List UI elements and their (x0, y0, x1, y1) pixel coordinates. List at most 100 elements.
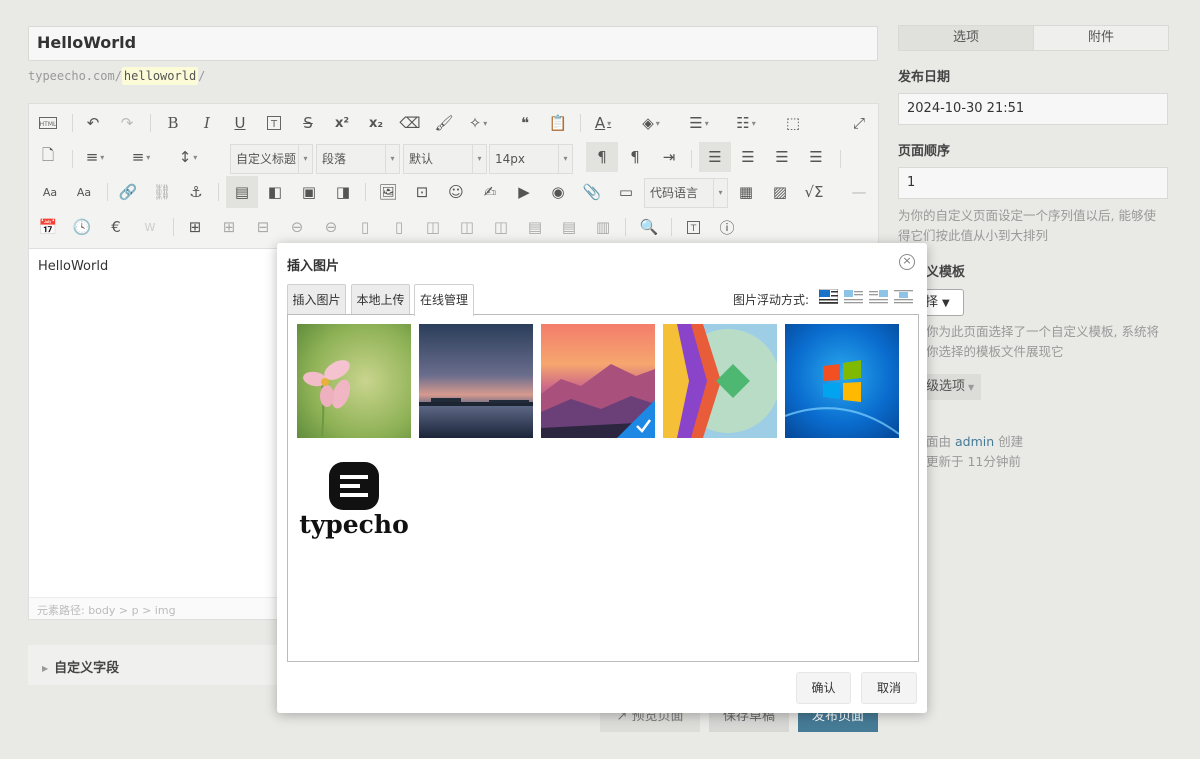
word-image-icon[interactable]: W (137, 214, 163, 240)
tab-local-upload[interactable]: 本地上传 (351, 284, 410, 315)
map-icon[interactable]: ▭ (613, 179, 639, 205)
ordered-list-icon[interactable]: ☰ ▾ (686, 110, 712, 136)
fullscreen-icon[interactable]: ⤢ (846, 110, 872, 136)
subscript-icon[interactable]: x₂ (363, 110, 389, 136)
gallery-image-mountains[interactable] (541, 324, 655, 438)
ltr-icon[interactable]: ¶ (586, 142, 618, 172)
redo-icon[interactable]: ↷ (114, 110, 140, 136)
insert-row-icon[interactable]: ⊖ (284, 214, 310, 240)
underline-icon[interactable]: U (227, 110, 253, 136)
html-source-icon[interactable]: HTML (35, 110, 61, 136)
template-icon[interactable]: ▦ (733, 179, 759, 205)
line-height-icon[interactable]: ↕ ▾ (175, 144, 201, 170)
insert-col-icon[interactable]: ▯ (352, 214, 378, 240)
strikethrough-icon[interactable]: S (295, 110, 321, 136)
align-right-icon[interactable]: ☰ (769, 144, 795, 170)
to-lowercase-icon[interactable]: Aa (71, 179, 97, 205)
float-left-icon[interactable] (844, 289, 863, 304)
gallery-image-windows[interactable] (785, 324, 899, 438)
unlink-icon[interactable]: ⛓ (149, 179, 175, 205)
image-none-icon[interactable]: ▤ (226, 176, 258, 208)
merge-right-icon[interactable]: ◫ (454, 214, 480, 240)
paste-text-icon[interactable]: 📋 (545, 110, 571, 136)
emoticon-icon[interactable]: ☺ (443, 179, 469, 205)
fontborder-icon[interactable]: T (261, 110, 287, 136)
custom-fields-toggle[interactable]: ▶ 自定义字段 (28, 645, 288, 685)
link-icon[interactable]: 🔗 (115, 179, 141, 205)
new-document-icon[interactable]: 🗋 (35, 144, 61, 170)
align-left-icon[interactable]: ☰ (699, 142, 731, 172)
tab-attachments[interactable]: 附件 (1033, 26, 1168, 50)
gallery-image-typecho-logo[interactable]: typecho (297, 448, 411, 562)
eraser-icon[interactable]: ⌫ (397, 110, 423, 136)
tab-online-manage[interactable]: 在线管理 (414, 284, 474, 316)
title-input[interactable]: HelloWorld (28, 26, 878, 61)
date-icon[interactable]: 📅 (35, 214, 61, 240)
tab-options[interactable]: 选项 (899, 26, 1033, 50)
bold-icon[interactable]: B (160, 110, 186, 136)
gallery-image-dusk[interactable] (419, 324, 533, 438)
format-painter-icon[interactable]: 🖌 (431, 110, 457, 136)
background-color-icon[interactable]: ◈ ▾ (638, 110, 664, 136)
font-family-select[interactable]: 默认 ▾ (403, 144, 487, 174)
attachment-icon[interactable]: 📎 (579, 179, 605, 205)
float-none-icon[interactable] (818, 288, 839, 305)
superscript-icon[interactable]: x² (329, 110, 355, 136)
indent-icon[interactable]: ⇥ (656, 144, 682, 170)
help-icon[interactable]: ⓘ (714, 214, 740, 240)
float-right-icon[interactable] (869, 289, 888, 304)
publish-date-input[interactable]: 2024-10-30 21:51 (898, 93, 1168, 125)
to-uppercase-icon[interactable]: Aa (37, 179, 63, 205)
scrawl-icon[interactable]: ✍ (477, 179, 503, 205)
italic-icon[interactable]: I (194, 110, 220, 136)
float-center-icon[interactable] (894, 289, 913, 304)
font-color-icon[interactable]: A ▾ (590, 110, 616, 136)
select-all-icon[interactable]: ⬚ (780, 110, 806, 136)
blockquote-icon[interactable]: ❝ (512, 110, 538, 136)
cancel-button[interactable]: 取消 (861, 672, 917, 704)
unordered-list-icon[interactable]: ☷ ▾ (733, 110, 759, 136)
image-center-icon[interactable]: ▣ (296, 179, 322, 205)
author-link[interactable]: admin (955, 434, 994, 449)
delete-row-icon[interactable]: ⊖ (318, 214, 344, 240)
magic-wand-icon[interactable]: ✧ ▾ (465, 110, 491, 136)
music-icon[interactable]: ◉ (545, 179, 571, 205)
heading-select[interactable]: 自定义标题 ▾ (230, 144, 313, 174)
search-replace-icon[interactable]: 🔍 (636, 214, 662, 240)
gallery-image-abstract[interactable] (663, 324, 777, 438)
formula-icon[interactable]: √Σ (801, 179, 827, 205)
time-icon[interactable]: 🕓 (69, 214, 95, 240)
slug-input[interactable]: helloworld (121, 67, 199, 85)
insert-image-icon[interactable]: 🖼 (375, 179, 401, 205)
merge-cells-icon[interactable]: ◫ (420, 214, 446, 240)
insert-video-icon[interactable]: ▶ (511, 179, 537, 205)
horizontal-rule-icon[interactable]: — (846, 179, 872, 205)
editor-content[interactable]: HelloWorld (38, 259, 108, 274)
code-language-select[interactable]: 代码语言 ▾ (644, 178, 728, 208)
image-left-icon[interactable]: ◧ (262, 179, 288, 205)
undo-icon[interactable]: ↶ (80, 110, 106, 136)
special-chars-icon[interactable]: € (103, 214, 129, 240)
image-right-icon[interactable]: ◨ (330, 179, 356, 205)
confirm-button[interactable]: 确认 (796, 672, 851, 704)
font-size-select[interactable]: 14px ▾ (489, 144, 573, 174)
align-center-icon[interactable]: ☰ (735, 144, 761, 170)
text-box-icon[interactable]: T (680, 214, 706, 240)
split-to-rows-icon[interactable]: ▤ (556, 214, 582, 240)
rtl-icon[interactable]: ¶ (622, 144, 648, 170)
split-to-cols-icon[interactable]: ▥ (590, 214, 616, 240)
merge-down-icon[interactable]: ◫ (488, 214, 514, 240)
delete-table-icon[interactable]: ⊞ (216, 214, 242, 240)
page-order-input[interactable]: 1 (898, 167, 1168, 199)
row-spacing-bottom-icon[interactable]: ≡ ▾ (128, 144, 154, 170)
paragraph-select[interactable]: 段落 ▾ (316, 144, 400, 174)
align-justify-icon[interactable]: ☰ (803, 144, 829, 170)
insert-frame-icon[interactable]: ⊡ (409, 179, 435, 205)
insert-paragraph-before-table-icon[interactable]: ⊟ (250, 214, 276, 240)
close-icon[interactable]: × (899, 254, 915, 270)
insert-table-icon[interactable]: ⊞ (182, 214, 208, 240)
background-icon[interactable]: ▨ (767, 179, 793, 205)
tab-insert-image[interactable]: 插入图片 (287, 284, 346, 315)
row-spacing-top-icon[interactable]: ≡ ▾ (82, 144, 108, 170)
split-to-cells-icon[interactable]: ▤ (522, 214, 548, 240)
